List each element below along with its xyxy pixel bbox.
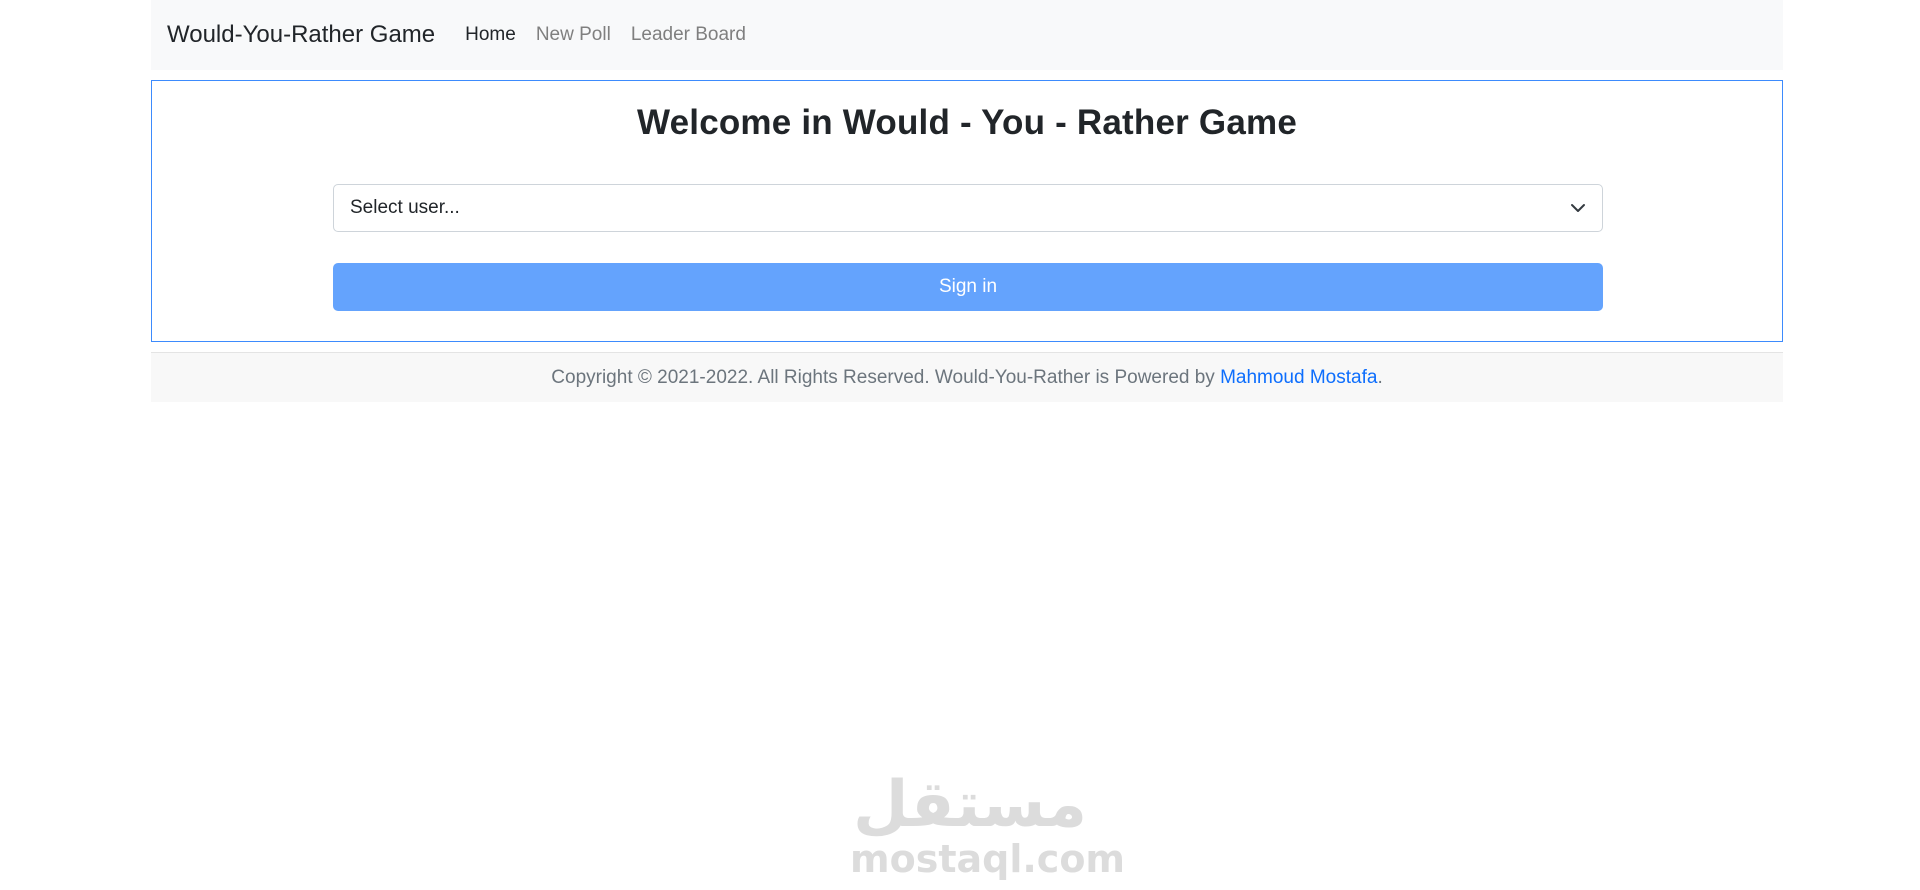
footer: Copyright © 2021-2022. All Rights Reserv… [151,352,1783,402]
nav-link-new-poll[interactable]: New Poll [536,24,611,46]
chevron-down-icon [1571,204,1585,212]
watermark-logo: مستقل mostaql.com [850,768,1126,881]
user-select[interactable]: Select user... [333,184,1603,232]
login-title: Welcome in Would - You - Rather Game [637,103,1297,142]
footer-author-link[interactable]: Mahmoud Mostafa [1220,367,1377,389]
login-card: Welcome in Would - You - Rather Game Sel… [151,80,1783,342]
watermark-arabic: مستقل [852,768,1088,842]
nav-link-home[interactable]: Home [465,24,516,46]
watermark-latin: mostaql.com [850,837,1126,881]
navbar: Would-You-Rather Game Home New Poll Lead… [151,0,1783,70]
footer-suffix: . [1377,366,1383,388]
navbar-brand[interactable]: Would-You-Rather Game [167,21,435,49]
page-container: Would-You-Rather Game Home New Poll Lead… [151,0,1783,402]
nav-link-leader-board[interactable]: Leader Board [631,24,746,46]
user-select-value: Select user... [350,197,460,218]
footer-copyright: Copyright © 2021-2022. All Rights Reserv… [551,366,1215,388]
sign-in-button[interactable]: Sign in [333,263,1603,311]
